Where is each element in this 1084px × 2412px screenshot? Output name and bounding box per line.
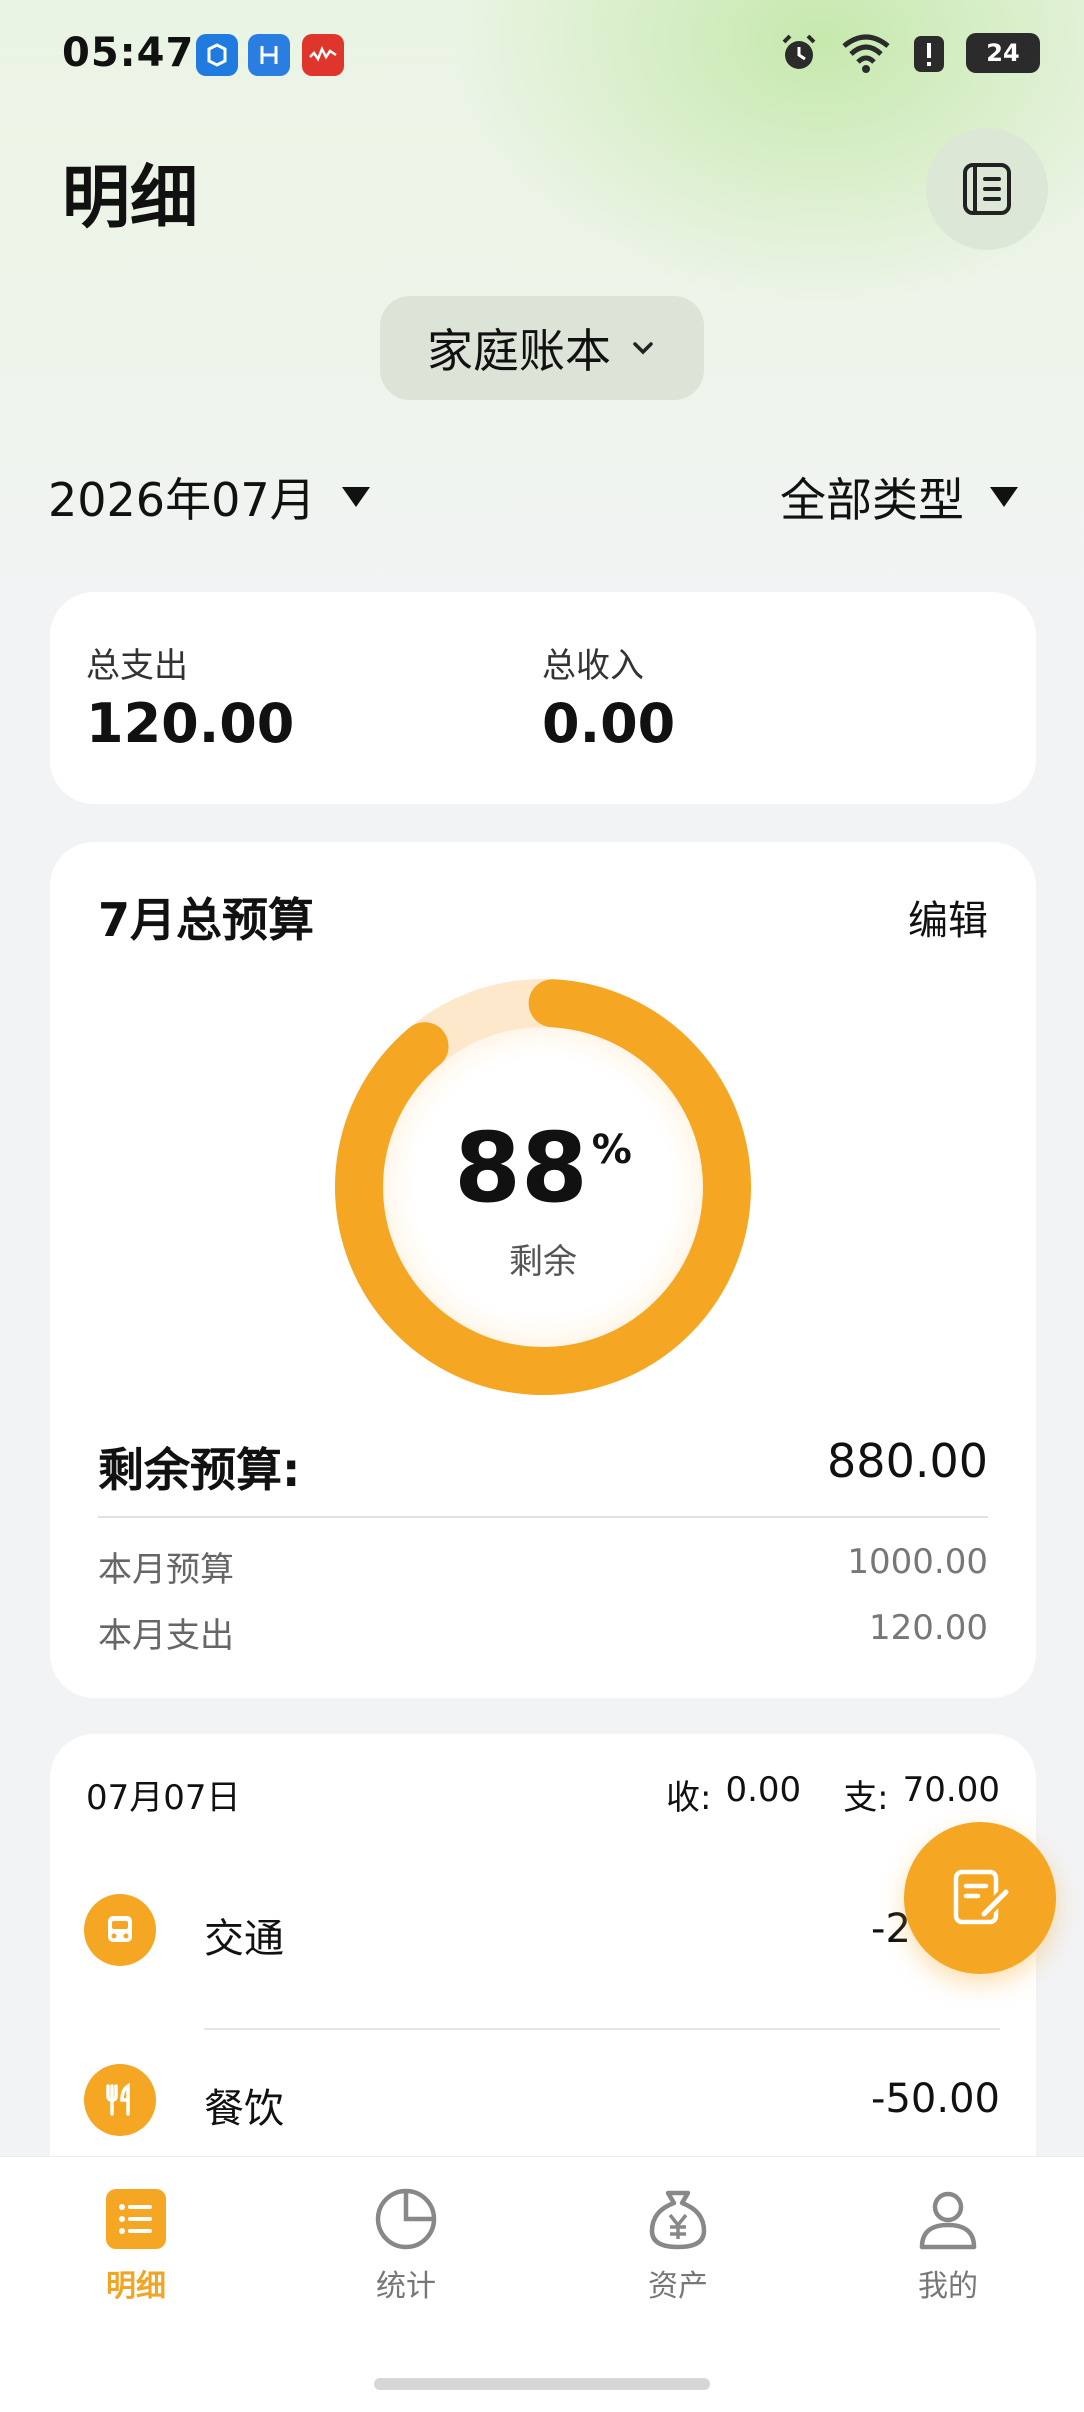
remaining-budget-label: 剩余预算: — [98, 1443, 301, 1497]
list-icon — [106, 2189, 166, 2249]
edit-budget-button[interactable]: 编辑 — [908, 888, 988, 946]
budget-title: 7月总预算 — [98, 893, 315, 947]
alarm-icon — [782, 34, 816, 69]
divider — [204, 2028, 1000, 2030]
add-record-button[interactable] — [904, 1822, 1056, 1974]
nav-label: 资产 — [648, 2269, 708, 2304]
alert-icon — [914, 36, 944, 72]
notification-app-icon — [302, 34, 344, 76]
ring-percent: 88% — [328, 1112, 758, 1224]
status-icons: 24 — [778, 32, 1040, 74]
nav-label: 明细 — [106, 2269, 166, 2304]
pie-chart-icon — [375, 2188, 437, 2250]
monthly-expense-value: 120.00 — [869, 1608, 988, 1648]
utensils-icon — [84, 2064, 156, 2136]
wifi-icon — [842, 34, 890, 73]
monthly-budget-label: 本月预算 — [98, 1550, 234, 1590]
ledger-name: 家庭账本 — [427, 324, 611, 378]
remaining-budget-value: 880.00 — [827, 1434, 988, 1488]
type-filter-label: 全部类型 — [780, 473, 964, 527]
status-time: 05:47 — [62, 30, 195, 76]
day-totals: 收: 0.00 支: 70.00 — [666, 1770, 1000, 1819]
page-title: 明细 — [62, 159, 199, 238]
nav-label: 我的 — [918, 2269, 978, 2304]
day-expense-label: 支: — [843, 1778, 889, 1818]
nav-item-profile[interactable]: 我的 — [848, 2187, 1048, 2305]
total-expense-label: 总支出 — [86, 646, 188, 686]
chevron-down-icon — [633, 342, 653, 355]
budget-ring: 88% 剩余 — [328, 972, 758, 1402]
ring-label: 剩余 — [509, 1242, 577, 1282]
transaction-date: 07月07日 — [86, 1778, 241, 1818]
budget-card: 7月总预算 编辑 88% 剩余 剩余预算: 880.00 本月预算 1000.0… — [50, 842, 1036, 1698]
caret-down-icon — [341, 487, 370, 507]
day-expense-value: 70.00 — [902, 1770, 1000, 1810]
battery-icon: 24 — [966, 33, 1040, 73]
day-income-label: 收: — [666, 1778, 712, 1818]
nav-item-details[interactable]: 明细 — [36, 2187, 236, 2305]
notification-app-icon — [196, 34, 238, 76]
nav-item-assets[interactable]: 资产 — [578, 2187, 778, 2305]
nav-label: 统计 — [376, 2269, 436, 2304]
notification-app-icon — [248, 34, 290, 76]
divider — [98, 1516, 988, 1518]
bottom-nav: 明细 统计 资产 我的 — [0, 2156, 1084, 2412]
total-income-label: 总收入 — [542, 646, 644, 686]
caret-down-icon — [990, 487, 1018, 507]
bus-icon — [84, 1894, 156, 1966]
month-filter-label: 2026年07月 — [48, 473, 316, 527]
transaction-row[interactable]: 交通 -20.00 — [50, 1874, 1036, 2004]
day-income-value: 0.00 — [725, 1770, 802, 1810]
monthly-budget-value: 1000.00 — [847, 1542, 988, 1582]
user-icon — [919, 2191, 977, 2250]
ledger-book-icon — [963, 163, 1011, 215]
ring-percent-value: 88 — [454, 1112, 588, 1224]
ring-percent-unit: % — [591, 1127, 632, 1173]
home-indicator[interactable] — [374, 2378, 710, 2390]
summary-card: 总支出 120.00 总收入 0.00 — [50, 592, 1036, 804]
total-income-value: 0.00 — [542, 692, 676, 755]
monthly-expense-label: 本月支出 — [98, 1616, 234, 1656]
transaction-row[interactable]: 餐饮 -50.00 — [50, 2044, 1036, 2174]
ledger-book-button[interactable] — [926, 128, 1048, 250]
transaction-category: 交通 — [204, 1916, 284, 1962]
month-filter[interactable]: 2026年07月 — [48, 464, 370, 530]
money-bag-icon — [649, 2190, 707, 2250]
edit-note-icon — [953, 1869, 1011, 1925]
total-expense-value: 120.00 — [86, 692, 295, 755]
transaction-amount: -50.00 — [871, 2076, 1000, 2122]
type-filter[interactable]: 全部类型 — [780, 464, 1018, 530]
transaction-category: 餐饮 — [204, 2086, 284, 2132]
ledger-selector[interactable]: 家庭账本 — [380, 296, 704, 400]
nav-item-statistics[interactable]: 统计 — [306, 2187, 506, 2305]
